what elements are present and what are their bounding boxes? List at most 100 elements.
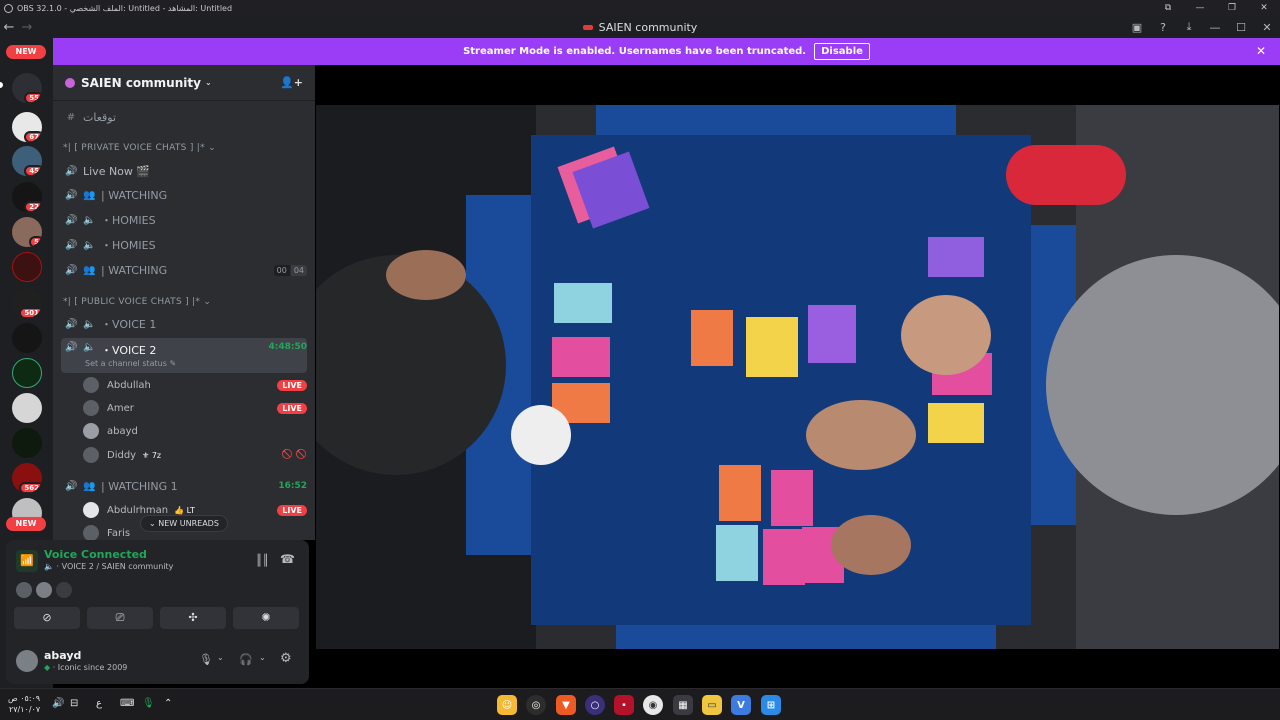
taskbar-app-icon[interactable]: ☺: [497, 695, 517, 715]
download-icon[interactable]: ⤓: [1176, 20, 1202, 34]
voice-2-timer: 4:48:50: [268, 342, 307, 352]
volume-icon[interactable]: 🔊: [52, 698, 64, 709]
channel-status-link[interactable]: Set a channel status ✎: [85, 359, 176, 368]
channel-watching-2-label: | WATCHING: [101, 263, 168, 277]
banner-close-icon[interactable]: ✕: [1256, 44, 1266, 58]
taskbar-clock[interactable]: ٠٥:٠٩ ص ٢٧/١٠/٠٧: [8, 693, 40, 715]
camera-off-button[interactable]: ⊘: [14, 607, 80, 629]
server-icon-8[interactable]: [12, 323, 42, 353]
app-icon-v[interactable]: V: [731, 695, 751, 715]
invite-people-icon[interactable]: 👤+: [280, 76, 303, 89]
player-hand: [901, 295, 991, 375]
windows-start-icon[interactable]: ⊞: [761, 695, 781, 715]
server-icon-3[interactable]: 45: [12, 146, 42, 176]
server-icon-10[interactable]: [12, 393, 42, 423]
avatar[interactable]: [36, 582, 52, 598]
channel-voice-1[interactable]: 🔊 🔈 ・VOICE 1: [61, 313, 307, 335]
avatar[interactable]: [16, 650, 38, 672]
users-icon: 👥: [83, 480, 96, 492]
category-public[interactable]: *| [ PUBLIC VOICE CHATS ] |* ⌄: [63, 297, 211, 307]
disable-streamer-mode-button[interactable]: Disable: [814, 43, 870, 60]
channel-watching-1[interactable]: 🔊 👥 | WATCHING 1 16:52: [61, 475, 307, 497]
voice-connected-title[interactable]: Voice Connected: [44, 548, 147, 561]
channel-watching-2[interactable]: 🔊 👥 | WATCHING 00 04: [61, 259, 307, 281]
maximize-icon[interactable]: ☐: [1228, 21, 1254, 34]
channel-homies-2[interactable]: 🔊 🔈 ・HOMIES: [61, 234, 307, 256]
player-right-sleeve: [1006, 145, 1126, 205]
voice-user[interactable]: abayd: [83, 420, 307, 442]
new-pill-top[interactable]: NEW: [6, 45, 46, 59]
obs-title-text: OBS 32.1.0 - الملف الشخصي: Untitled - ال…: [17, 3, 233, 13]
server-icon-2[interactable]: 67: [12, 112, 42, 142]
guild-header[interactable]: SAIEN community ⌄ 👤+: [53, 65, 315, 101]
minimize-icon[interactable]: —: [1202, 21, 1228, 34]
voice-user[interactable]: Amer LIVE: [83, 397, 307, 419]
obs-logo-icon: [4, 3, 13, 13]
channel-voice-2[interactable]: 🔊 🔈 ・VOICE 2 4:48:50 Set a channel status …: [61, 338, 307, 373]
voice-connected-sub[interactable]: 🔈 · VOICE 2 / SAIEN community: [44, 562, 173, 571]
app-icon-circle[interactable]: ○: [585, 695, 605, 715]
signal-icon[interactable]: 📶: [16, 550, 38, 572]
store-app-icon[interactable]: ▦: [673, 695, 693, 715]
card: [554, 283, 612, 323]
server-icon-4[interactable]: 22: [12, 182, 42, 212]
input-language[interactable]: ع: [96, 698, 102, 709]
chevron-down-icon[interactable]: ⌄: [259, 653, 266, 662]
counter-limit: 04: [290, 264, 307, 276]
channel-watching[interactable]: 🔊 👥 | WATCHING: [61, 184, 307, 206]
server-icon-12[interactable]: 562: [12, 463, 42, 493]
server-icon-7[interactable]: 501: [12, 288, 42, 318]
keyboard-icon[interactable]: ⌨: [120, 698, 134, 709]
back-arrow-icon[interactable]: ←: [0, 20, 18, 35]
server-icon-5[interactable]: 5: [12, 217, 42, 247]
avatar[interactable]: [16, 582, 32, 598]
server-icon-11[interactable]: [12, 428, 42, 458]
voice-user[interactable]: Abdullah LIVE: [83, 374, 307, 396]
chevron-down-icon: ⌄: [203, 297, 212, 307]
obs-restore-icon[interactable]: ❐: [1216, 0, 1248, 16]
soundboard-button[interactable]: ✺: [233, 607, 299, 629]
channel-live-now[interactable]: 🔊 Live Now 🎬: [61, 160, 307, 182]
user-tag: 👍 LT: [174, 505, 195, 515]
mic-in-use-icon[interactable]: 🎙: [142, 698, 155, 709]
user-name[interactable]: abayd: [44, 649, 81, 662]
settings-gear-icon[interactable]: ⚙: [280, 651, 292, 666]
inbox-icon[interactable]: ▣: [1124, 21, 1150, 34]
obs-minimize-icon[interactable]: —: [1184, 0, 1216, 16]
obs-close-icon[interactable]: ✕: [1248, 0, 1280, 16]
server-icon-1[interactable]: 55: [12, 73, 42, 103]
activities-button[interactable]: ✣: [160, 607, 226, 629]
chevron-down-icon[interactable]: ⌄: [217, 653, 224, 662]
network-icon[interactable]: ⊟: [70, 698, 78, 709]
help-icon[interactable]: ?: [1150, 21, 1176, 34]
stream-video[interactable]: [316, 105, 1279, 649]
channel-live-now-label: Live Now 🎬: [83, 164, 151, 178]
chrome-app-icon[interactable]: ◉: [643, 695, 663, 715]
avatar: [83, 502, 99, 518]
voice-user[interactable]: Diddy ⚜ 7z 🚫 🚫: [83, 444, 307, 466]
file-explorer-icon[interactable]: ▭: [702, 695, 722, 715]
stream-video-frame: [316, 105, 1279, 649]
new-unreads-button[interactable]: ⌄ NEW UNREADS: [140, 515, 228, 532]
obs-app-icon[interactable]: ◎: [526, 695, 546, 715]
user-tag-text: 7z: [151, 450, 162, 460]
server-icon-6[interactable]: [12, 252, 42, 282]
app-icon-red[interactable]: ▪: [614, 695, 634, 715]
server-icon-9[interactable]: [12, 358, 42, 388]
obs-maximize-toggle-icon[interactable]: ⧉: [1152, 0, 1184, 16]
close-icon[interactable]: ✕: [1254, 21, 1280, 34]
avatar[interactable]: [56, 582, 72, 598]
forward-arrow-icon[interactable]: →: [18, 20, 36, 35]
brave-app-icon[interactable]: ▼: [556, 695, 576, 715]
disconnect-icon[interactable]: ☎: [280, 552, 295, 566]
new-pill-bottom[interactable]: NEW: [6, 517, 46, 531]
tray-overflow-icon[interactable]: ⌃: [164, 698, 172, 709]
headphones-icon[interactable]: 🎧: [239, 653, 253, 666]
category-private[interactable]: *| [ PRIVATE VOICE CHATS ] |* ⌄: [63, 143, 216, 153]
text-channel[interactable]: # توقعات: [61, 106, 307, 128]
microphone-icon[interactable]: 🎙: [199, 653, 213, 666]
counter-current: 00: [273, 264, 290, 276]
channel-homies-1[interactable]: 🔊 🔈 ・HOMIES: [61, 209, 307, 231]
screen-share-button[interactable]: ⎚: [87, 607, 153, 629]
noise-suppression-icon[interactable]: ║║: [256, 554, 269, 567]
